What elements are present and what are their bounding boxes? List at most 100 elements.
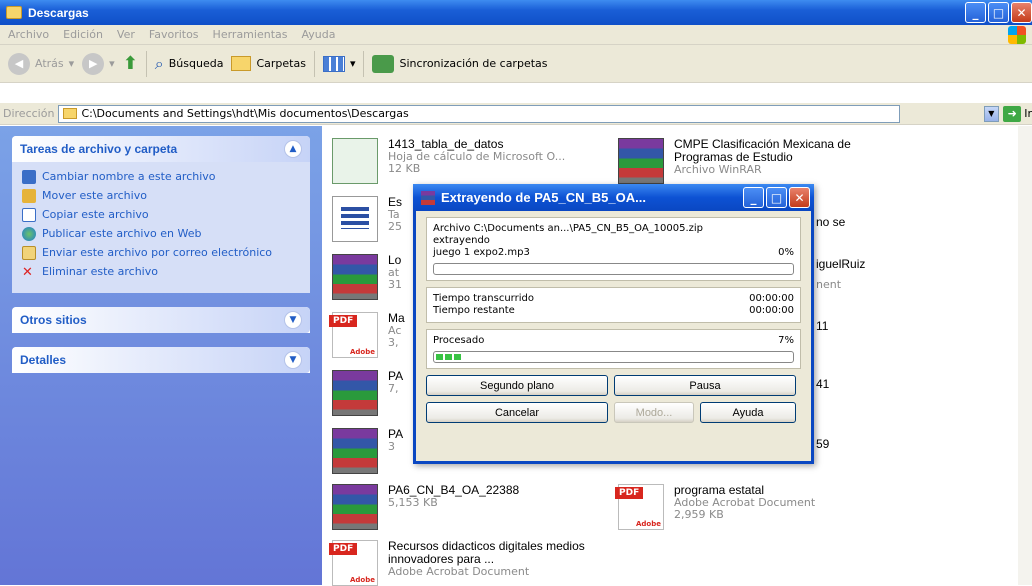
back-arrow-icon: ◀ (8, 52, 30, 75)
menu-archivo[interactable]: Archivo (8, 28, 49, 41)
file-item[interactable]: no se (816, 216, 845, 229)
file-item[interactable]: Lo at 31 (332, 254, 402, 300)
expand-icon[interactable]: ▼ (284, 351, 302, 369)
move-icon (22, 189, 36, 203)
back-label: Atrás (35, 57, 64, 70)
expand-icon[interactable]: ▼ (284, 311, 302, 329)
toolbar-separator (145, 50, 147, 77)
views-icon (322, 55, 345, 72)
file-item[interactable]: iguelRuiz nent (816, 258, 865, 291)
up-folder-icon: ⬆ (122, 53, 138, 74)
processed-label: Procesado (433, 335, 485, 346)
file-item[interactable]: PA 7, (332, 370, 403, 416)
close-button[interactable]: ✕ (1011, 2, 1032, 23)
pause-button[interactable]: Pausa (614, 375, 796, 396)
archive-path: Archivo C:\Documents an...\PA5_CN_B5_OA_… (433, 223, 704, 234)
task-move[interactable]: Mover este archivo (22, 189, 300, 203)
address-input[interactable]: C:\Documents and Settings\hdt\Mis docume… (58, 104, 900, 123)
delete-icon: ✕ (22, 265, 33, 280)
dialog-close-button[interactable]: ✕ (789, 187, 810, 208)
sync-icon (372, 54, 395, 73)
details-header[interactable]: Detalles ▼ (12, 347, 310, 373)
chevron-down-icon[interactable]: ▾ (350, 57, 356, 70)
other-places-header[interactable]: Otros sitios ▼ (12, 307, 310, 333)
forward-button[interactable]: ▶ ▾ (82, 52, 115, 75)
file-item[interactable]: 59 (816, 438, 829, 451)
sync-button[interactable]: Sincronización de carpetas (372, 54, 548, 73)
email-icon (22, 246, 36, 260)
address-value: C:\Documents and Settings\hdt\Mis docume… (81, 107, 409, 120)
task-delete[interactable]: ✕ Eliminar este archivo (22, 265, 300, 280)
file-item[interactable]: 1413_tabla_de_datos Hoja de cálculo de Mi… (332, 138, 565, 184)
task-pane: Tareas de archivo y carpeta ▲ Cambiar no… (0, 126, 322, 585)
window-title: Descargas (28, 5, 89, 20)
file-item[interactable]: Recursos didacticos digitales medios inn… (329, 540, 602, 586)
menu-ver[interactable]: Ver (117, 28, 135, 41)
dialog-title-bar[interactable]: Extrayendo de PA5_CN_B5_OA... _ □ ✕ (413, 184, 814, 211)
processed-progress-bar (433, 351, 794, 363)
table-doc-icon (332, 196, 378, 242)
action-label: extrayendo (433, 235, 490, 246)
winrar-icon (618, 138, 664, 184)
task-publish-web[interactable]: Publicar este archivo en Web (22, 227, 300, 241)
menu-herramientas[interactable]: Herramientas (213, 28, 288, 41)
task-copy[interactable]: Copiar este archivo (22, 208, 300, 222)
sync-label: Sincronización de carpetas (399, 57, 548, 70)
elapsed-value: 00:00:00 (749, 293, 794, 304)
address-dropdown-button[interactable]: ▼ (983, 105, 1000, 122)
mode-button[interactable]: Modo... (614, 402, 694, 423)
windows-logo-icon (1008, 26, 1026, 44)
menu-favoritos[interactable]: Favoritos (149, 28, 199, 41)
copy-icon (22, 208, 36, 222)
back-button[interactable]: ◀ Atrás ▾ (8, 52, 75, 75)
help-button[interactable]: Ayuda (700, 402, 796, 423)
file-item[interactable]: 11 (816, 320, 828, 333)
dialog-body: Archivo C:\Documents an...\PA5_CN_B5_OA_… (416, 211, 811, 429)
dialog-maximize-button[interactable]: □ (766, 187, 787, 208)
go-button[interactable]: ➜ Ir (1003, 105, 1032, 122)
tasks-panel-title: Tareas de archivo y carpeta (20, 142, 178, 156)
file-item[interactable]: PA 3 (332, 428, 403, 474)
pdf-icon (329, 312, 378, 358)
window-title-bar[interactable]: Descargas _ □ ✕ (0, 0, 1032, 25)
menu-ayuda[interactable]: Ayuda (301, 28, 335, 41)
search-button[interactable]: ⌕ Búsqueda (155, 54, 224, 74)
search-icon: ⌕ (154, 53, 164, 73)
extraction-dialog: Extrayendo de PA5_CN_B5_OA... _ □ ✕ Arch… (413, 184, 814, 464)
file-item[interactable]: PA6_CN_B4_OA_22388 5,153 KB (332, 484, 519, 530)
toolbar-separator (313, 50, 315, 77)
cancel-button[interactable]: Cancelar (426, 402, 608, 423)
dialog-title: Extrayendo de PA5_CN_B5_OA... (441, 190, 646, 205)
file-item[interactable]: CMPE Clasificación Mexicana de Programas… (618, 138, 868, 184)
vertical-scrollbar[interactable] (1018, 126, 1032, 585)
folders-button[interactable]: Carpetas (231, 56, 306, 71)
collapse-icon[interactable]: ▲ (284, 140, 302, 158)
up-folder-button[interactable]: ⬆ (123, 53, 138, 74)
file-item[interactable]: Es Ta 25 (332, 196, 402, 242)
file-item[interactable]: programa estatalAdobe Acrobat Document2,… (615, 484, 878, 530)
task-rename[interactable]: Cambiar nombre a este archivo (22, 170, 300, 184)
chevron-down-icon[interactable]: ▾ (69, 57, 75, 70)
other-places-panel: Otros sitios ▼ (12, 307, 310, 333)
views-button[interactable]: ▾ (322, 55, 356, 72)
remaining-label: Tiempo restante (433, 305, 515, 316)
task-email[interactable]: Enviar este archivo por correo electróni… (22, 246, 300, 260)
current-file-name: juego 1 expo2.mp3 (433, 247, 530, 258)
current-file-group: Archivo C:\Documents an...\PA5_CN_B5_OA_… (426, 217, 801, 281)
processed-percent: 7% (778, 335, 794, 346)
maximize-button[interactable]: □ (988, 2, 1009, 23)
go-label: Ir (1024, 107, 1032, 120)
toolbar: ◀ Atrás ▾ ▶ ▾ ⬆ ⌕ Búsqueda Carpetas ▾ Si… (0, 45, 1032, 83)
globe-icon (22, 227, 36, 241)
dialog-minimize-button[interactable]: _ (743, 187, 764, 208)
tasks-panel-header[interactable]: Tareas de archivo y carpeta ▲ (12, 136, 310, 162)
time-group: Tiempo transcurrido 00:00:00 Tiempo rest… (426, 287, 801, 323)
menu-edicion[interactable]: Edición (63, 28, 103, 41)
file-item[interactable]: MaAc3, (329, 312, 405, 358)
background-button[interactable]: Segundo plano (426, 375, 608, 396)
window-controls: _ □ ✕ (965, 2, 1032, 23)
folders-icon (231, 56, 252, 71)
minimize-button[interactable]: _ (965, 2, 986, 23)
file-item[interactable]: 41 (816, 378, 829, 391)
chevron-down-icon[interactable]: ▾ (109, 57, 115, 70)
